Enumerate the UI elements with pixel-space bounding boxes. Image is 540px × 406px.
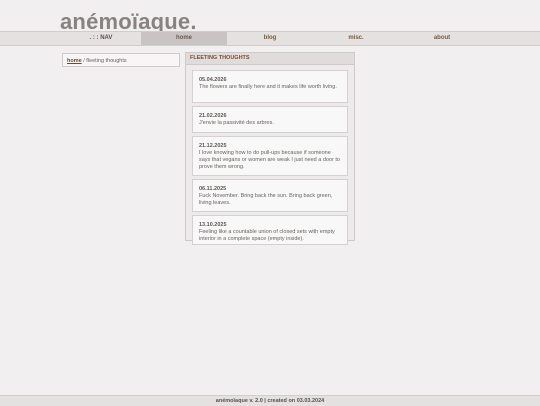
- navbar: . : : NAV home blog misc. about: [0, 31, 540, 46]
- fleeting-thoughts-panel: FLEETING THOUGHTS 05.04.2026 The flowers…: [185, 52, 355, 245]
- footer: anémoïaque v. 2.0 | created on 03.03.202…: [0, 395, 540, 406]
- entry-date: 13.10.2025: [199, 222, 227, 228]
- breadcrumb-home-link[interactable]: home: [67, 58, 82, 64]
- entry-text: The flowers are finally here and it make…: [199, 84, 337, 90]
- entry-date: 06.11.2025: [199, 186, 227, 192]
- nav-item-blog[interactable]: blog: [227, 32, 313, 45]
- nav-item-home[interactable]: home: [141, 32, 227, 45]
- entry-text: Fuck November. Bring back the sun. Bring…: [199, 193, 333, 206]
- nav-label: . : : NAV: [89, 35, 113, 41]
- entry-text: J'envie la passivité des arbres.: [199, 120, 274, 126]
- entry-date: 21.12.2025: [199, 143, 227, 149]
- panel-title: FLEETING THOUGHTS: [186, 53, 354, 65]
- thought-entry: 05.04.2026 The flowers are finally here …: [192, 70, 348, 103]
- thought-entry: 06.11.2025 Fuck November. Bring back the…: [192, 179, 348, 212]
- nav-item-misc[interactable]: misc.: [313, 32, 399, 45]
- entry-date: 21.02.2026: [199, 113, 227, 119]
- breadcrumb: home / fleeting thoughts: [62, 53, 180, 67]
- breadcrumb-current: fleeting thoughts: [86, 58, 127, 64]
- thought-entry: 21.12.2025 I love knowing how to do pull…: [192, 136, 348, 176]
- entries-list: 05.04.2026 The flowers are finally here …: [192, 70, 348, 248]
- nav-item-about[interactable]: about: [399, 32, 485, 45]
- entry-date: 05.04.2026: [199, 77, 227, 83]
- entry-text: Feeling like a countable union of closed…: [199, 229, 335, 242]
- thought-entry: 21.02.2026 J'envie la passivité des arbr…: [192, 106, 348, 133]
- entry-text: I love knowing how to do pull-ups becaus…: [199, 150, 340, 170]
- thought-entry: 13.10.2025 Feeling like a countable unio…: [192, 215, 348, 245]
